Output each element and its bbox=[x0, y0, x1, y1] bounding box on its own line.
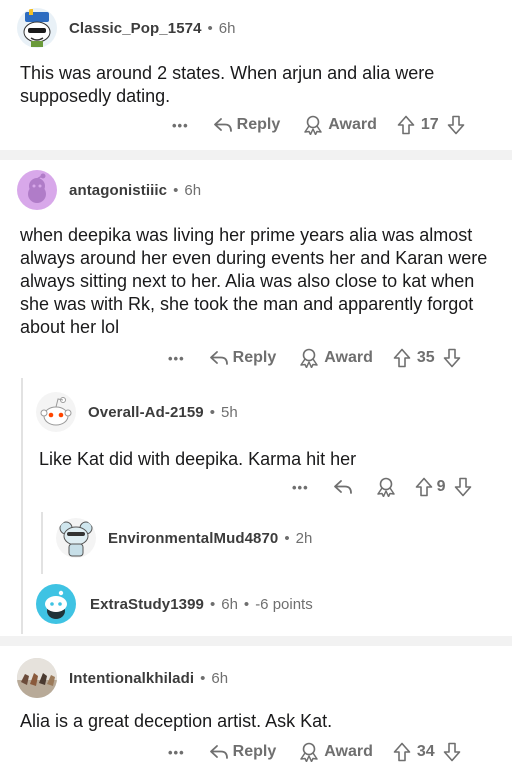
separator-dot: • bbox=[284, 529, 290, 547]
comment-header: Overall-Ad-2159 • 5h bbox=[36, 392, 238, 432]
downvote-icon bbox=[443, 742, 460, 762]
username[interactable]: EnvironmentalMud4870 bbox=[108, 530, 278, 547]
upvote-icon bbox=[393, 348, 411, 368]
thread-line[interactable] bbox=[21, 378, 23, 634]
comment-divider bbox=[0, 150, 512, 160]
username[interactable]: Intentionalkhiladi bbox=[69, 670, 194, 687]
user-avatar[interactable] bbox=[17, 170, 57, 210]
reply-label: Reply bbox=[232, 349, 277, 366]
upvote-button[interactable] bbox=[393, 742, 411, 762]
vote-score: 35 bbox=[416, 349, 435, 366]
comment-body: Like Kat did with deepika. Karma hit her bbox=[39, 449, 357, 469]
upvote-icon bbox=[415, 477, 432, 497]
more-icon[interactable]: ••• bbox=[172, 118, 189, 133]
timestamp: 5h bbox=[221, 403, 238, 421]
award-label: Award bbox=[324, 349, 373, 366]
reply-button[interactable] bbox=[333, 478, 353, 496]
comment-body: when deepika was living her prime years … bbox=[20, 225, 488, 337]
downvote-icon bbox=[447, 115, 464, 135]
thread-line[interactable] bbox=[41, 512, 43, 574]
separator-dot: • bbox=[207, 19, 213, 37]
upvote-button[interactable] bbox=[393, 348, 411, 368]
comment-body: Alia is a great deception artist. Ask Ka… bbox=[20, 711, 333, 731]
user-avatar[interactable] bbox=[36, 392, 76, 432]
reply-arrow-icon bbox=[209, 351, 228, 365]
timestamp: 6h bbox=[218, 19, 236, 37]
timestamp: 6h bbox=[221, 595, 238, 613]
downvote-icon bbox=[443, 348, 460, 368]
reply-arrow-icon bbox=[209, 745, 228, 759]
reply-button[interactable]: Reply bbox=[213, 116, 281, 134]
reply-button[interactable]: Reply bbox=[209, 349, 277, 367]
snoo-avatar-icon bbox=[59, 521, 93, 557]
timestamp: 6h bbox=[211, 669, 229, 687]
snoo-avatar-icon bbox=[28, 173, 46, 203]
comment-header: EnvironmentalMud4870 • 2h bbox=[56, 518, 312, 558]
comment-header: ExtraStudy1399 • 6h • -6 points bbox=[36, 584, 313, 624]
snoo-avatar-icon bbox=[23, 9, 51, 47]
upvote-icon bbox=[393, 742, 411, 762]
reply-label: Reply bbox=[236, 116, 281, 133]
separator-dot: • bbox=[243, 595, 250, 613]
user-avatar[interactable] bbox=[17, 658, 57, 698]
comment-actions: ••• Reply Award 17 bbox=[172, 115, 465, 135]
award-label: Award bbox=[328, 116, 377, 133]
downvote-button[interactable] bbox=[454, 477, 472, 497]
username[interactable]: Classic_Pop_1574 bbox=[69, 20, 202, 37]
timestamp: 6h bbox=[184, 181, 202, 199]
username[interactable]: ExtraStudy1399 bbox=[90, 596, 204, 613]
vote-score: 34 bbox=[416, 743, 435, 760]
upvote-button[interactable] bbox=[397, 115, 415, 135]
horses-avatar-icon bbox=[17, 658, 57, 698]
points-label: -6 points bbox=[255, 595, 313, 613]
upvote-button[interactable] bbox=[415, 477, 433, 497]
user-avatar[interactable] bbox=[17, 8, 57, 48]
username[interactable]: Overall-Ad-2159 bbox=[88, 404, 204, 421]
award-icon bbox=[300, 742, 318, 762]
vote-score: 17 bbox=[420, 116, 439, 133]
username[interactable]: antagonistiiic bbox=[69, 182, 167, 199]
separator-dot: • bbox=[173, 181, 179, 199]
comment-actions: ••• Reply Award 34 bbox=[168, 742, 461, 762]
award-button[interactable] bbox=[375, 477, 397, 497]
award-button[interactable]: Award bbox=[298, 348, 373, 368]
separator-dot: • bbox=[200, 669, 206, 687]
comment-divider bbox=[0, 636, 512, 646]
award-icon bbox=[376, 477, 395, 497]
comment-header: Classic_Pop_1574 • 6h bbox=[17, 8, 235, 48]
snoo-avatar-icon bbox=[45, 590, 67, 619]
more-icon[interactable]: ••• bbox=[292, 480, 309, 495]
vote-score: 9 bbox=[436, 478, 446, 495]
award-button[interactable]: Award bbox=[302, 115, 377, 135]
user-avatar[interactable] bbox=[56, 518, 96, 558]
timestamp: 2h bbox=[295, 529, 313, 547]
separator-dot: • bbox=[209, 595, 216, 613]
comment-header: Intentionalkhiladi • 6h bbox=[17, 658, 228, 698]
reply-arrow-icon bbox=[213, 118, 232, 132]
more-icon[interactable]: ••• bbox=[168, 745, 185, 760]
more-icon[interactable]: ••• bbox=[168, 351, 185, 366]
downvote-button[interactable] bbox=[443, 742, 461, 762]
award-icon bbox=[300, 348, 318, 368]
comment-actions: ••• Reply Award 35 bbox=[168, 348, 461, 368]
separator-dot: • bbox=[209, 403, 215, 421]
reply-arrow-icon bbox=[333, 480, 352, 494]
award-label: Award bbox=[324, 743, 373, 760]
comment-actions: ••• 9 bbox=[292, 477, 472, 497]
comment-header: antagonistiiic • 6h bbox=[17, 170, 201, 210]
comment-body: This was around 2 states. When arjun and… bbox=[20, 63, 435, 106]
user-avatar[interactable] bbox=[36, 584, 76, 624]
reply-label: Reply bbox=[232, 743, 277, 760]
downvote-button[interactable] bbox=[443, 348, 461, 368]
reply-button[interactable]: Reply bbox=[209, 743, 277, 761]
award-icon bbox=[304, 115, 322, 135]
downvote-icon bbox=[454, 477, 471, 497]
upvote-icon bbox=[397, 115, 415, 135]
downvote-button[interactable] bbox=[447, 115, 465, 135]
award-button[interactable]: Award bbox=[298, 742, 373, 762]
snoo-avatar-icon bbox=[40, 397, 72, 426]
